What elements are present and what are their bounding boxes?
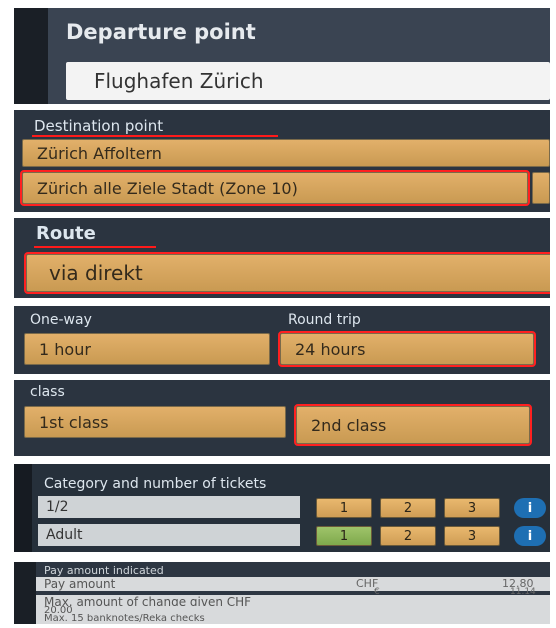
destination-panel: Destination point Zürich Affoltern Züric… [14,110,550,212]
ticket-row-half-label: 1/2 [38,496,300,518]
round-trip-heading: Round trip [288,312,361,328]
tickets-heading: Category and number of tickets [44,476,267,492]
destination-heading: Destination point [34,117,164,135]
payment-heading: Pay amount indicated [44,564,164,577]
departure-panel: Departure point Flughafen Zürich [14,8,550,104]
route-panel: Route via direkt [14,218,550,298]
destination-option-zone10[interactable]: Zürich alle Ziele Stadt (Zone 10) [20,170,530,206]
class-panel: class 1st class 2nd class [14,380,550,456]
destination-option-edge [532,172,550,204]
adult-qty-2-button[interactable]: 2 [380,526,436,546]
payment-panel: Pay amount indicated Pay amount CHF 12.8… [14,562,550,624]
adult-info-icon[interactable]: i [514,526,546,546]
departure-heading: Departure point [66,20,256,44]
adult-qty-1-button[interactable]: 1 [316,526,372,546]
pay-amount-label: Pay amount [44,577,116,591]
second-class-option[interactable]: 2nd class [294,404,532,446]
route-option-direct[interactable]: via direkt [24,252,550,294]
half-qty-3-button[interactable]: 3 [444,498,500,518]
one-way-option[interactable]: 1 hour [24,333,270,365]
half-info-icon[interactable]: i [514,498,546,518]
half-qty-2-button[interactable]: 2 [380,498,436,518]
round-trip-option[interactable]: 24 hours [278,331,536,367]
ticket-row-adult-label: Adult [38,524,300,546]
pay-amount-line: Pay amount [36,577,550,591]
adult-qty-3-button[interactable]: 3 [444,526,500,546]
panel-trim [14,562,36,624]
destination-option-affoltern[interactable]: Zürich Affoltern [22,139,550,167]
class-heading: class [30,384,65,400]
destination-underline [32,135,278,137]
departure-field[interactable]: Flughafen Zürich [66,62,550,100]
tickets-panel: Category and number of tickets 1/2 1 2 3… [14,464,550,552]
notes-line: Max. 15 banknotes/Reka checks [36,614,550,624]
panel-trim [14,464,32,552]
first-class-option[interactable]: 1st class [24,406,286,438]
half-qty-1-button[interactable]: 1 [316,498,372,518]
route-heading: Route [36,223,96,244]
validity-panel: One-way Round trip 1 hour 24 hours [14,306,550,374]
route-underline [34,246,156,248]
one-way-heading: One-way [30,312,92,328]
panel-trim [14,8,48,104]
